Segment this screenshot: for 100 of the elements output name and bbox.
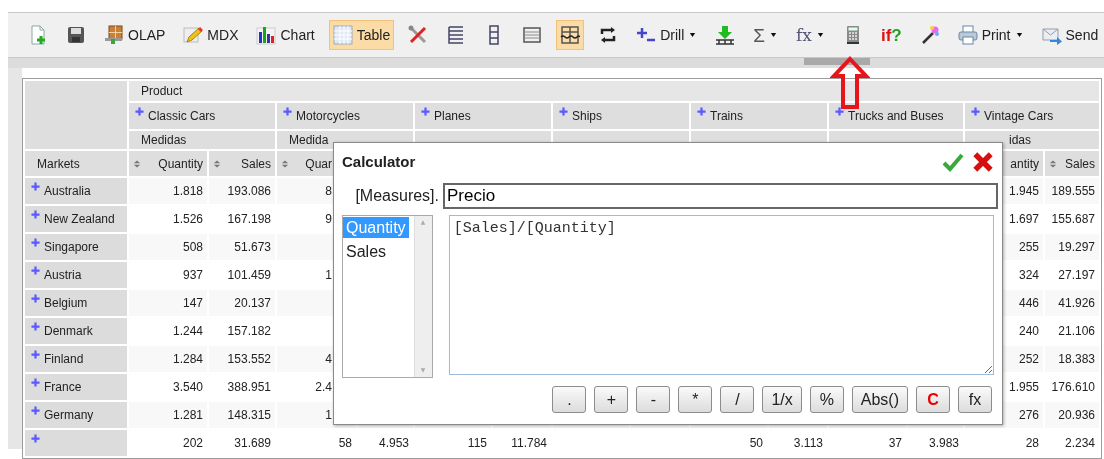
expand-icon[interactable] xyxy=(31,322,40,331)
table-cell: 147 xyxy=(129,290,207,316)
market-label: New Zealand xyxy=(44,212,115,226)
expand-icon[interactable] xyxy=(31,266,40,275)
caret-icon xyxy=(815,32,825,38)
column-header[interactable]: Sales xyxy=(209,151,275,176)
expression-field[interactable]: [Sales]/[Quantity] xyxy=(448,215,994,375)
printer-icon xyxy=(957,25,978,45)
table-cell: 18.383 xyxy=(1045,346,1099,372)
caret-icon xyxy=(1014,32,1024,38)
row-dimension-header: Markets xyxy=(25,151,127,176)
table-cell: 1.281 xyxy=(129,402,207,428)
expand-icon[interactable] xyxy=(31,434,40,443)
name-field[interactable]: Precio xyxy=(443,183,998,209)
table-icon xyxy=(332,25,353,45)
toolbar-button[interactable]: Drill xyxy=(632,20,702,50)
table-cell: 189.555 xyxy=(1045,178,1099,204)
calculator-key[interactable]: + xyxy=(594,386,629,413)
caret-icon xyxy=(688,32,698,38)
toolbar-button[interactable] xyxy=(556,20,585,50)
checkmark-icon[interactable] xyxy=(942,152,964,172)
table-cell: 153.552 xyxy=(209,346,275,372)
scrollbar-thumb[interactable] xyxy=(804,58,870,65)
new-document-icon xyxy=(28,25,48,45)
scroll-down-icon xyxy=(419,368,428,373)
column-label: antity xyxy=(1010,155,1039,173)
column-label: Quantity xyxy=(158,155,203,173)
column-header[interactable]: Sales xyxy=(1045,151,1099,176)
bar-chart-icon xyxy=(256,25,277,45)
download-icon xyxy=(715,25,736,45)
expand-icon[interactable] xyxy=(31,350,40,359)
toolbar-button[interactable]: fx xyxy=(792,20,829,50)
dimension-header: Product xyxy=(129,81,1099,101)
expand-icon[interactable] xyxy=(971,107,980,116)
calculator-key[interactable]: - xyxy=(636,386,671,413)
calculator-key[interactable]: * xyxy=(678,386,713,413)
toolbar-button[interactable]: Send xyxy=(1037,20,1103,50)
table-cell: 148.315 xyxy=(209,402,275,428)
pencil-icon xyxy=(183,25,204,45)
scroll-up-icon xyxy=(419,220,428,225)
market-label: Denmark xyxy=(44,324,93,338)
measure-header: Medidas xyxy=(129,131,275,149)
list-option[interactable]: Sales xyxy=(343,241,390,262)
calculator-key[interactable]: / xyxy=(720,386,755,413)
group-label: Motorcycles xyxy=(296,109,360,123)
arrow-annotation xyxy=(830,56,870,110)
table-cell: 508 xyxy=(129,234,207,260)
caret-icon xyxy=(769,32,779,38)
toolbar-button[interactable]: MDX xyxy=(179,20,243,50)
calculator-key[interactable]: C xyxy=(916,386,950,413)
table-cell: 1.284 xyxy=(129,346,207,372)
expand-icon[interactable] xyxy=(31,182,40,191)
market-label: Finland xyxy=(44,352,84,366)
market-label: France xyxy=(44,380,82,394)
expand-icon[interactable] xyxy=(835,107,844,116)
save-icon xyxy=(66,25,86,45)
measure-list[interactable]: Quantity Sales xyxy=(342,215,433,378)
group-label: Trains xyxy=(710,109,743,123)
market-label: Germany xyxy=(44,408,94,422)
expand-icon[interactable] xyxy=(135,107,144,116)
table-cell: 193.086 xyxy=(209,178,275,204)
group-label: Ships xyxy=(572,109,603,123)
expand-icon[interactable] xyxy=(559,107,568,116)
column-label: Sales xyxy=(240,155,271,173)
column-header[interactable]: Quantity xyxy=(129,151,207,176)
expand-icon[interactable] xyxy=(31,406,40,415)
group-label: Vintage Cars xyxy=(984,109,1054,123)
table-cell: 51.673 xyxy=(209,234,275,260)
table-cell: 20.137 xyxy=(209,290,275,316)
column-label: Sales xyxy=(1064,155,1095,173)
calculator-key[interactable]: % xyxy=(809,386,844,413)
expand-icon[interactable] xyxy=(283,107,292,116)
toolbar-button[interactable]: OLAP xyxy=(100,20,170,50)
market-label: Belgium xyxy=(44,296,88,310)
toolbar-button[interactable]: Σ xyxy=(749,20,783,50)
calculator-key[interactable]: Abs() xyxy=(851,386,908,413)
envelope-icon xyxy=(1041,25,1062,45)
market-label: Singapore xyxy=(44,240,99,254)
cube-icon xyxy=(104,25,124,45)
table-cell: 20.936 xyxy=(1045,402,1099,428)
table-cell: 41.926 xyxy=(1045,290,1099,316)
expand-icon[interactable] xyxy=(31,210,40,219)
expand-icon[interactable] xyxy=(697,107,706,116)
toolbar-button[interactable]: Print xyxy=(953,20,1028,50)
expand-icon[interactable] xyxy=(31,238,40,247)
close-icon[interactable] xyxy=(972,151,994,173)
toolbar-button[interactable]: if? xyxy=(876,20,906,50)
expand-icon[interactable] xyxy=(31,294,40,303)
calculator-key[interactable]: fx xyxy=(958,386,992,413)
group-label: Trucks and Buses xyxy=(848,109,944,123)
group-label: Classic Cars xyxy=(148,109,216,123)
column-label: Quar xyxy=(305,155,332,173)
toolbar-button[interactable]: Table xyxy=(328,20,395,50)
expand-icon[interactable] xyxy=(31,378,40,387)
toolbar-button[interactable]: Chart xyxy=(252,20,319,50)
expand-icon[interactable] xyxy=(421,107,430,116)
calculator-key[interactable]: . xyxy=(552,386,587,413)
calculator-key[interactable]: 1/x xyxy=(762,386,802,413)
layout-icon xyxy=(560,25,581,45)
grid-icon xyxy=(522,25,543,45)
